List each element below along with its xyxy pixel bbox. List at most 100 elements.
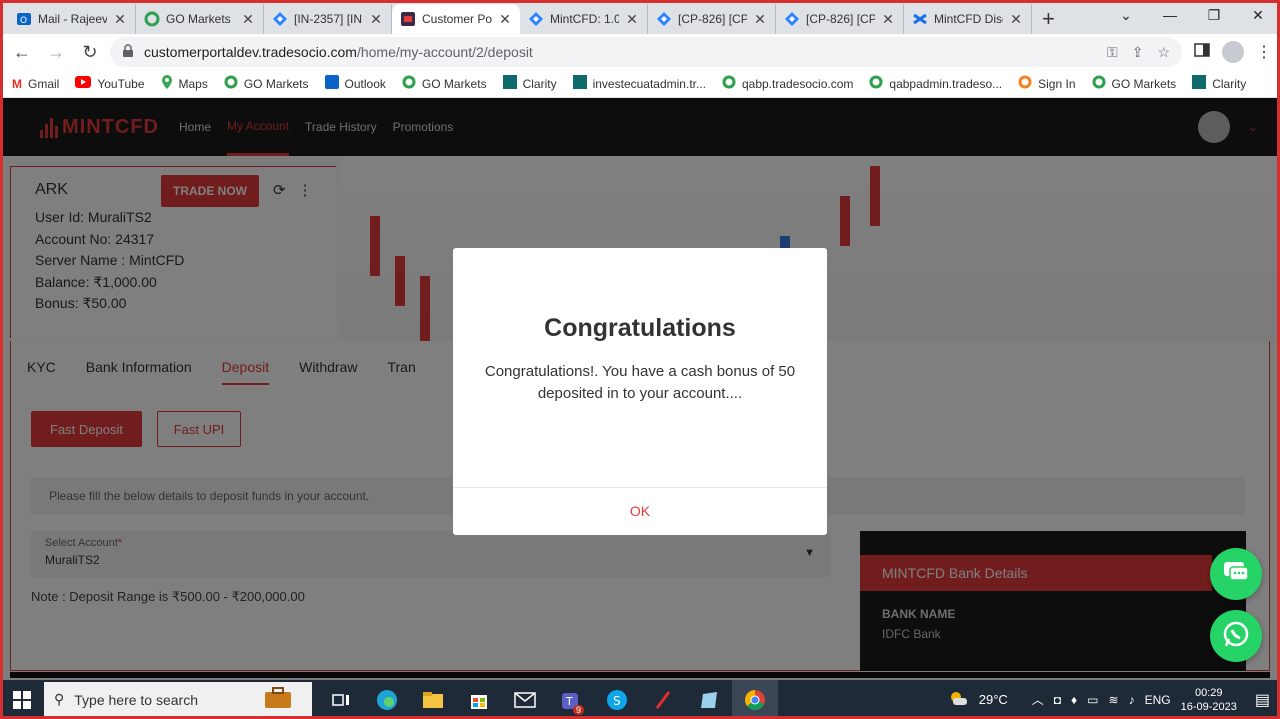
camera-icon[interactable]: ◘ — [1054, 693, 1061, 707]
bookmark-qabp[interactable]: qabp.tradesocio.com — [722, 75, 853, 92]
weather-temp[interactable]: 29°C — [979, 692, 1008, 707]
go-markets-icon — [722, 75, 736, 92]
minimize-icon[interactable]: — — [1148, 0, 1192, 30]
battery-icon[interactable]: ▭ — [1087, 693, 1098, 707]
bookmark-outlook[interactable]: Outlook — [324, 75, 386, 92]
bookmark-qabpadmin[interactable]: qabpadmin.tradeso... — [869, 75, 1002, 92]
svg-text:S: S — [613, 694, 621, 708]
bookmark-clarity[interactable]: Clarity — [1192, 75, 1246, 92]
edge-icon[interactable] — [364, 680, 410, 719]
whatsapp-button[interactable] — [1210, 610, 1262, 662]
dialog-title: Congratulations — [544, 314, 736, 342]
browser-toolbar: ← → ↻ customerportaldev.tradesocio.com/h… — [0, 34, 1280, 70]
browser-tab[interactable]: MintCFD Disc ✕ — [904, 4, 1032, 34]
go-markets-icon — [869, 75, 883, 92]
ok-button[interactable]: OK — [453, 503, 827, 519]
go-markets-icon — [1092, 75, 1106, 92]
lock-icon[interactable] — [122, 43, 134, 61]
briefcase-icon — [264, 687, 292, 712]
bookmark-investec[interactable]: investecuatadmin.tr... — [572, 75, 706, 92]
browser-tab[interactable]: [IN-2357] [IN ✕ — [264, 4, 392, 34]
url-host: customerportaldev.tradesocio.com — [144, 44, 357, 60]
close-icon[interactable]: ✕ — [625, 11, 639, 28]
bookmark-clarity[interactable]: Clarity — [502, 75, 557, 92]
tab-search-icon[interactable]: ⌄ — [1104, 0, 1148, 30]
mintcfd-favicon — [400, 11, 416, 27]
close-window-icon[interactable]: ✕ — [1236, 0, 1280, 30]
chat-button[interactable] — [1210, 548, 1262, 600]
close-icon[interactable]: ✕ — [241, 11, 255, 28]
key-icon[interactable]: ⚿ — [1107, 44, 1118, 61]
wifi-icon[interactable]: ≋ — [1109, 693, 1119, 707]
language-indicator[interactable]: ENG — [1145, 693, 1171, 707]
bookmark-sign-in[interactable]: Sign In — [1018, 75, 1076, 92]
notifications-icon[interactable]: ▤ — [1255, 690, 1270, 710]
task-view-icon[interactable] — [318, 680, 364, 719]
go-markets-icon — [402, 75, 416, 92]
notepad-icon[interactable] — [686, 680, 732, 719]
jira-icon — [272, 11, 288, 27]
bookmark-youtube[interactable]: YouTube — [75, 76, 145, 91]
teams-icon[interactable]: T9 — [548, 680, 594, 719]
browser-tab[interactable]: MintCFD: 1.0 ✕ — [520, 4, 648, 34]
go-markets-icon — [224, 75, 238, 92]
close-icon[interactable]: ✕ — [753, 11, 767, 28]
close-icon[interactable]: ✕ — [369, 11, 383, 28]
whatsapp-icon — [1221, 619, 1251, 654]
menu-icon[interactable]: ⋮ — [1256, 42, 1272, 62]
reload-icon[interactable]: ↻ — [76, 38, 104, 66]
close-icon[interactable]: ✕ — [498, 11, 512, 28]
sign-in-icon — [1018, 75, 1032, 92]
bookmarks-bar: M Gmail YouTube Maps GO Markets Outlook G… — [0, 70, 1280, 98]
bookmark-go-markets[interactable]: GO Markets — [224, 75, 309, 92]
svg-text:T: T — [565, 695, 573, 708]
address-bar[interactable]: customerportaldev.tradesocio.com/home/my… — [110, 37, 1182, 67]
congratulations-dialog: Congratulations Congratulations!. You ha… — [453, 248, 827, 535]
browser-tab-active[interactable]: Customer Por ✕ — [392, 4, 520, 34]
forward-icon[interactable]: → — [42, 38, 70, 66]
close-icon[interactable]: ✕ — [1009, 11, 1023, 28]
close-icon[interactable]: ✕ — [881, 11, 895, 28]
browser-tab[interactable]: GO Markets ✕ — [136, 4, 264, 34]
skype-icon[interactable]: S — [594, 680, 640, 719]
outlook-icon: O — [16, 11, 32, 27]
new-tab-button[interactable]: + — [1042, 4, 1055, 34]
bookmark-go-markets[interactable]: GO Markets — [402, 75, 487, 92]
back-icon[interactable]: ← — [8, 38, 36, 66]
go-markets-icon — [144, 11, 160, 27]
mail-icon[interactable] — [502, 680, 548, 719]
taskbar-search[interactable]: ⚲ Type here to search — [44, 681, 312, 718]
outlook-icon — [324, 75, 339, 92]
volume-icon[interactable]: ♪ — [1129, 693, 1135, 707]
profile-avatar[interactable] — [1222, 41, 1244, 63]
bookmark-gmail[interactable]: M Gmail — [12, 77, 59, 91]
svg-text:O: O — [20, 16, 27, 26]
maps-icon — [161, 74, 173, 93]
clock[interactable]: 00:29 16-09-2023 — [1181, 686, 1237, 714]
chrome-icon[interactable] — [732, 680, 778, 719]
clock-time: 00:29 — [1194, 686, 1223, 699]
browser-tab[interactable]: [CP-826] [CP] ✕ — [776, 4, 904, 34]
windows-start-icon[interactable] — [0, 680, 44, 719]
dialog-message: Congratulations!. You have a cash bonus … — [484, 363, 796, 402]
close-icon[interactable]: ✕ — [113, 11, 127, 28]
microphone-icon[interactable]: ♦ — [1071, 693, 1077, 707]
bookmark-go-markets[interactable]: GO Markets — [1092, 75, 1176, 92]
bookmark-maps[interactable]: Maps — [161, 74, 208, 93]
youtube-icon — [75, 76, 92, 91]
window-controls: ⌄ — ❐ ✕ — [1104, 0, 1280, 30]
weather-icon[interactable] — [947, 689, 969, 710]
jira-icon — [656, 11, 672, 27]
windows-taskbar: ⚲ Type here to search T9 S 29°C ︿ ◘ ♦ ▭ … — [0, 680, 1280, 719]
side-panel-icon[interactable] — [1194, 42, 1210, 63]
pen-icon[interactable] — [640, 680, 686, 719]
file-explorer-icon[interactable] — [410, 680, 456, 719]
browser-tab[interactable]: [CP-826] [CP] ✕ — [648, 4, 776, 34]
share-icon[interactable]: ⇪ — [1132, 44, 1144, 61]
browser-tab[interactable]: O Mail - Rajeev ✕ — [8, 4, 136, 34]
chevron-up-icon[interactable]: ︿ — [1032, 691, 1044, 708]
star-icon[interactable]: ☆ — [1157, 44, 1170, 61]
store-icon[interactable] — [456, 680, 502, 719]
clarity-icon — [1192, 75, 1207, 92]
restore-icon[interactable]: ❐ — [1192, 0, 1236, 30]
